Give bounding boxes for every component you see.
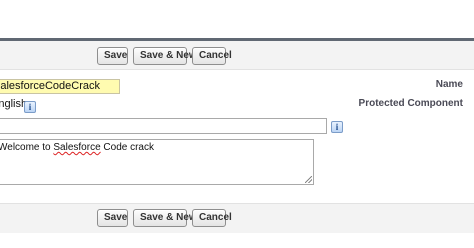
value-text-misspelled: Salesforce xyxy=(53,142,101,153)
save-and-new-button-bottom[interactable]: Save & New xyxy=(133,209,197,227)
cancel-button-bottom[interactable]: Cancel xyxy=(192,209,232,227)
protected-component-label: Protected Component xyxy=(358,98,463,109)
value-text-prefix: Welcome to xyxy=(0,142,54,153)
name-input[interactable]: SalesforceCodeCrack xyxy=(0,79,120,94)
top-button-bar: Save Save & New Cancel xyxy=(0,38,474,70)
resize-handle-icon[interactable] xyxy=(305,176,312,183)
save-button-bottom[interactable]: Save xyxy=(97,209,128,227)
save-and-new-button-top[interactable]: Save & New xyxy=(133,47,197,65)
name-input-value: SalesforceCodeCrack xyxy=(0,80,100,92)
save-button-top[interactable]: Save xyxy=(97,47,128,65)
bottom-button-bar: Save Save & New Cancel xyxy=(0,203,474,233)
custom-label-edit-page: Save Save & New Cancel Name Protected Co… xyxy=(0,0,474,248)
value-text-suffix: Code crack xyxy=(100,142,154,153)
name-label: Name xyxy=(435,79,463,90)
cancel-button-top[interactable]: Cancel xyxy=(192,47,232,65)
value-textarea[interactable]: Welcome to Salesforce Code crack xyxy=(0,139,314,185)
description-info-icon[interactable]: i xyxy=(331,121,343,133)
description-input[interactable] xyxy=(0,118,327,134)
language-info-icon[interactable]: i xyxy=(24,101,36,113)
